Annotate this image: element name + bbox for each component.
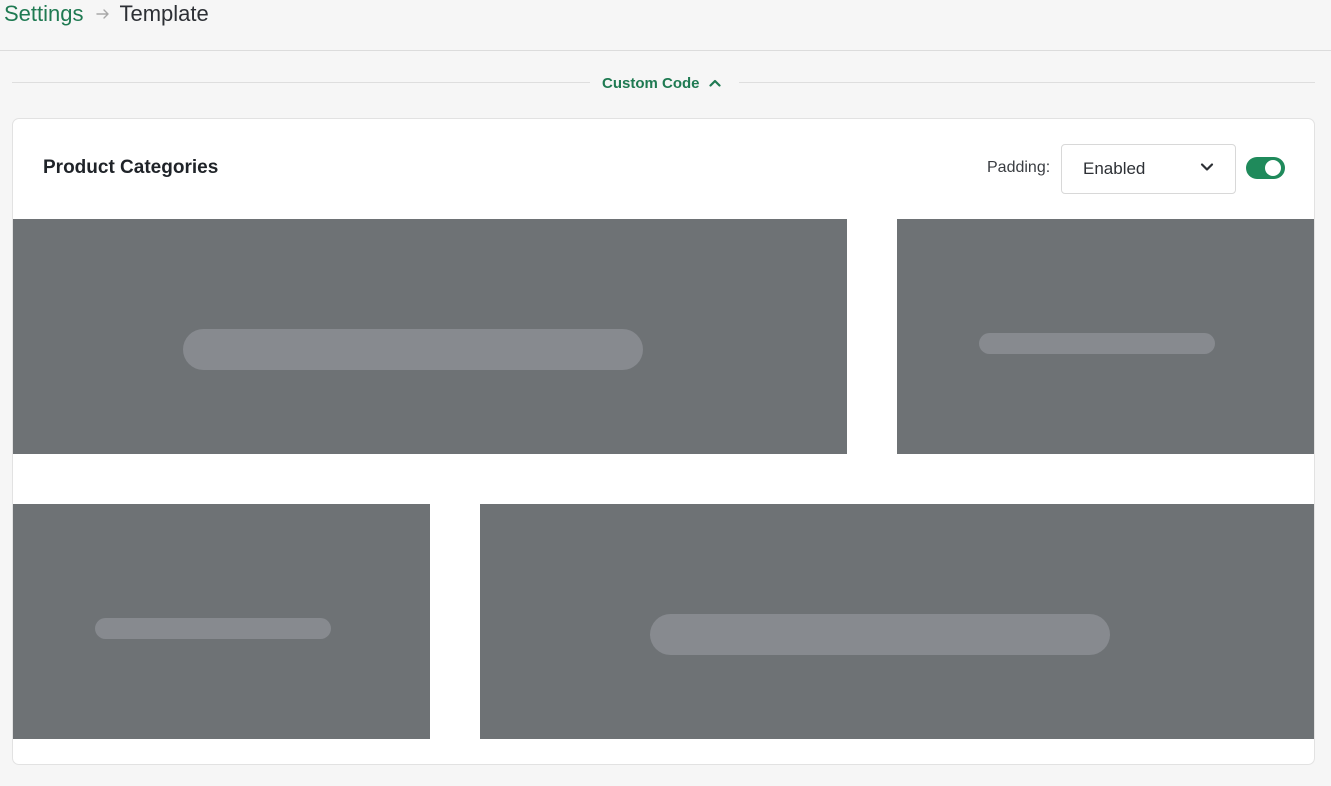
category-tile-3[interactable] — [13, 504, 430, 739]
custom-code-divider: Custom Code — [12, 70, 1315, 96]
padding-select-value: Enabled — [1083, 159, 1146, 178]
chevron-up-icon — [708, 79, 721, 87]
product-categories-card: Product Categories Padding: Enabled — [12, 118, 1315, 765]
breadcrumb-current: Template — [119, 1, 209, 26]
arrow-right-icon — [95, 8, 110, 20]
padding-select[interactable]: Enabled — [1061, 144, 1236, 194]
custom-code-toggle[interactable]: Custom Code — [602, 70, 721, 96]
padding-label: Padding: — [987, 159, 1051, 176]
category-tile-1[interactable] — [13, 219, 847, 454]
category-tile-2[interactable] — [897, 219, 1314, 454]
tile-label-placeholder — [183, 329, 643, 370]
custom-code-label: Custom Code — [602, 74, 700, 92]
page-header: Settings Template — [0, 0, 1331, 51]
chevron-down-icon — [1200, 163, 1214, 171]
section-enabled-toggle[interactable] — [1246, 157, 1285, 179]
category-tile-4[interactable] — [480, 504, 1314, 739]
toggle-knob — [1265, 160, 1281, 176]
divider-line-left — [12, 82, 590, 83]
card-title: Product Categories — [43, 157, 219, 178]
breadcrumb: Settings Template — [4, 0, 209, 28]
tile-label-placeholder — [979, 333, 1215, 354]
divider-line-right — [739, 82, 1315, 83]
breadcrumb-settings-link[interactable]: Settings — [4, 0, 84, 28]
tile-label-placeholder — [95, 618, 331, 639]
tile-label-placeholder — [650, 614, 1110, 655]
